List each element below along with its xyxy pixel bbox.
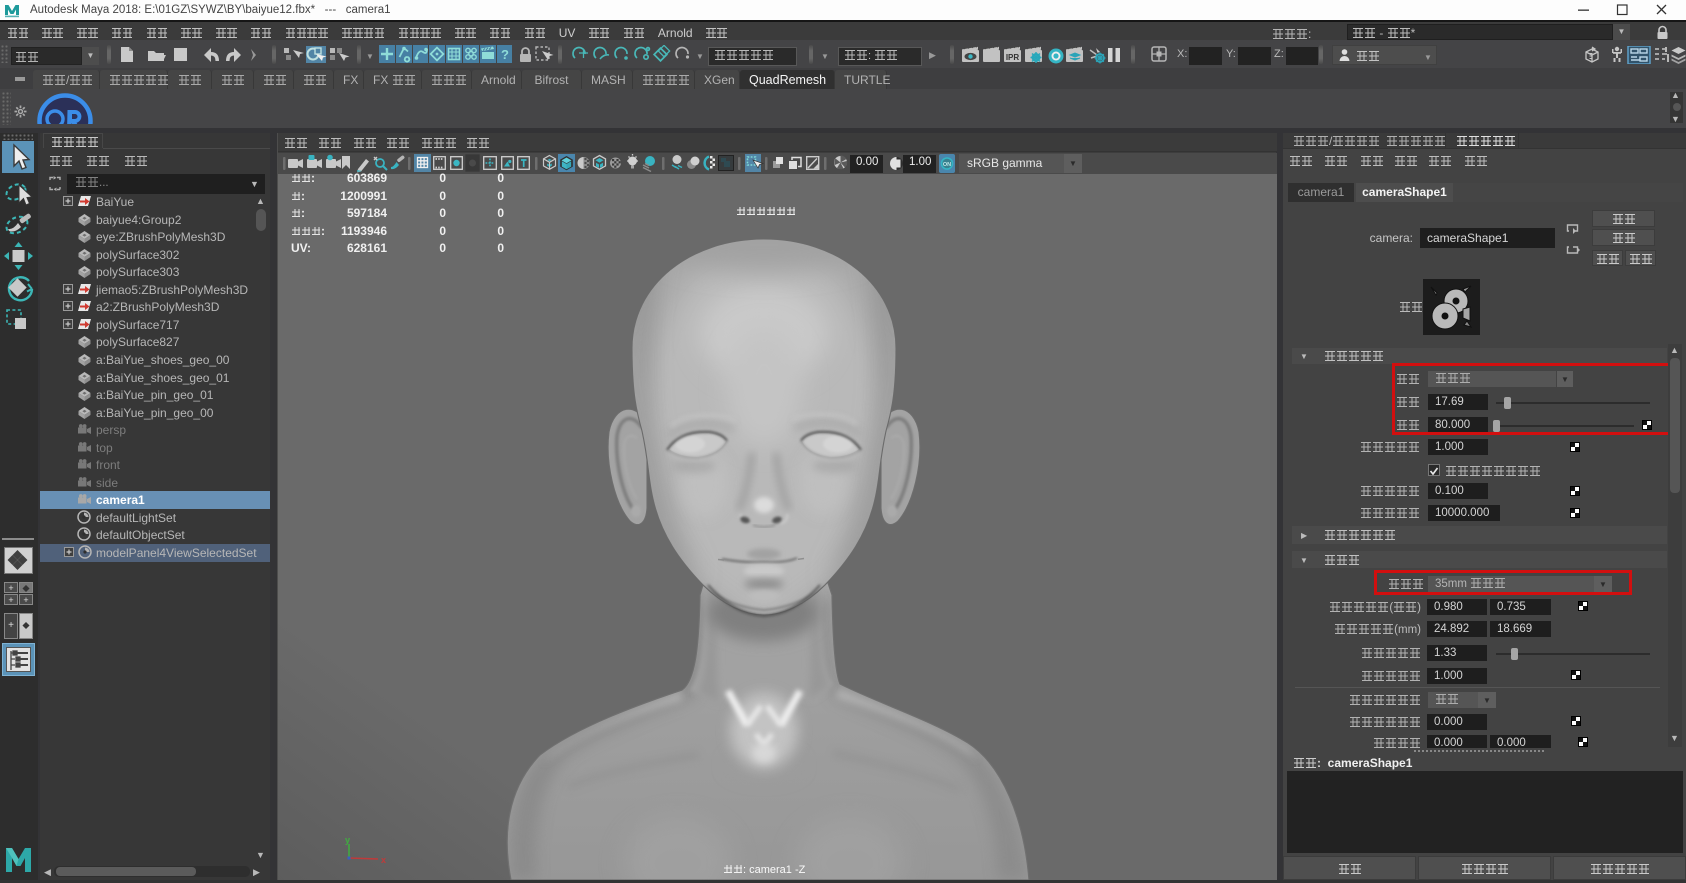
svg-text:?: ? [501,47,509,62]
svg-text:y: y [345,836,350,845]
svg-text:ON: ON [943,162,951,168]
svg-text:x: x [381,855,386,864]
svg-text:IPR: IPR [1006,53,1020,62]
